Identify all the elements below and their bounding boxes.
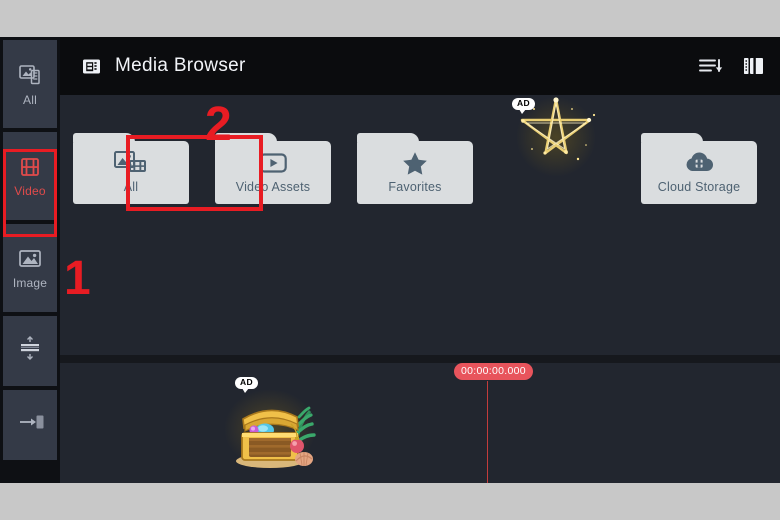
sidebar-item-insert-to-track[interactable] (3, 390, 57, 460)
editor-window: All Video Image Media Browser All Video … (0, 37, 780, 483)
sort-list-icon[interactable] (698, 56, 724, 76)
folder-row: All Video Assets Favorites AD Cloud Stor… (60, 95, 780, 215)
play-box-icon (259, 151, 287, 175)
page-title: Media Browser (115, 55, 246, 76)
annotation-number-2: 2 (205, 98, 232, 151)
sidebar-item-transition[interactable] (3, 316, 57, 386)
folder-all[interactable]: All (73, 133, 189, 204)
transition-icon (18, 335, 42, 361)
ad-badge: AD (512, 98, 535, 114)
all-media-icon (18, 63, 42, 87)
folder-favorites[interactable]: Favorites (357, 133, 473, 204)
folder-video-assets[interactable]: Video Assets (215, 133, 331, 204)
media-browser-icon (82, 57, 101, 76)
sidebar-item-label: All (23, 92, 37, 107)
annotation-number-1: 1 (64, 252, 91, 305)
folder-label: Video Assets (235, 180, 311, 194)
sidebar-item-video[interactable]: Video (3, 132, 57, 220)
sidebar-item-label: Video (14, 183, 46, 198)
cloud-icon (683, 151, 715, 175)
folder-label: Cloud Storage (657, 180, 741, 194)
sidebar-item-all[interactable]: All (3, 40, 57, 128)
folder-label: All (123, 180, 139, 194)
playhead-timecode[interactable]: 00:00:00.000 (454, 363, 533, 380)
pane-divider[interactable] (60, 355, 780, 363)
folder-cloud-storage[interactable]: Cloud Storage (641, 133, 757, 204)
film-strip-icon (19, 156, 41, 178)
media-browser-header: Media Browser (60, 37, 780, 95)
timeline-pane: AD 00:00:00.000 (60, 363, 780, 483)
ad-badge: AD (235, 377, 258, 393)
media-type-sidebar: All Video Image (0, 37, 60, 483)
treasure-chest-ad[interactable]: AD (218, 375, 328, 469)
sidebar-item-label: Image (12, 275, 48, 290)
playhead-line[interactable] (487, 381, 488, 483)
insert-to-track-icon (15, 411, 45, 433)
header-actions (698, 55, 770, 77)
sidebar-item-image[interactable]: Image (3, 224, 57, 312)
folder-label: Favorites (388, 180, 442, 194)
folder-slot: All (60, 133, 202, 204)
folder-slot: Cloud Storage (628, 133, 770, 204)
media-content-pane: All Video Assets Favorites AD Cloud Stor… (60, 95, 780, 355)
filmstrip-view-icon[interactable] (744, 55, 768, 77)
picture-icon (18, 248, 42, 270)
treasure-chest-graphic (224, 389, 316, 469)
all-assets-icon (114, 151, 148, 175)
star-icon (402, 151, 428, 175)
folder-slot: Favorites (344, 133, 486, 204)
